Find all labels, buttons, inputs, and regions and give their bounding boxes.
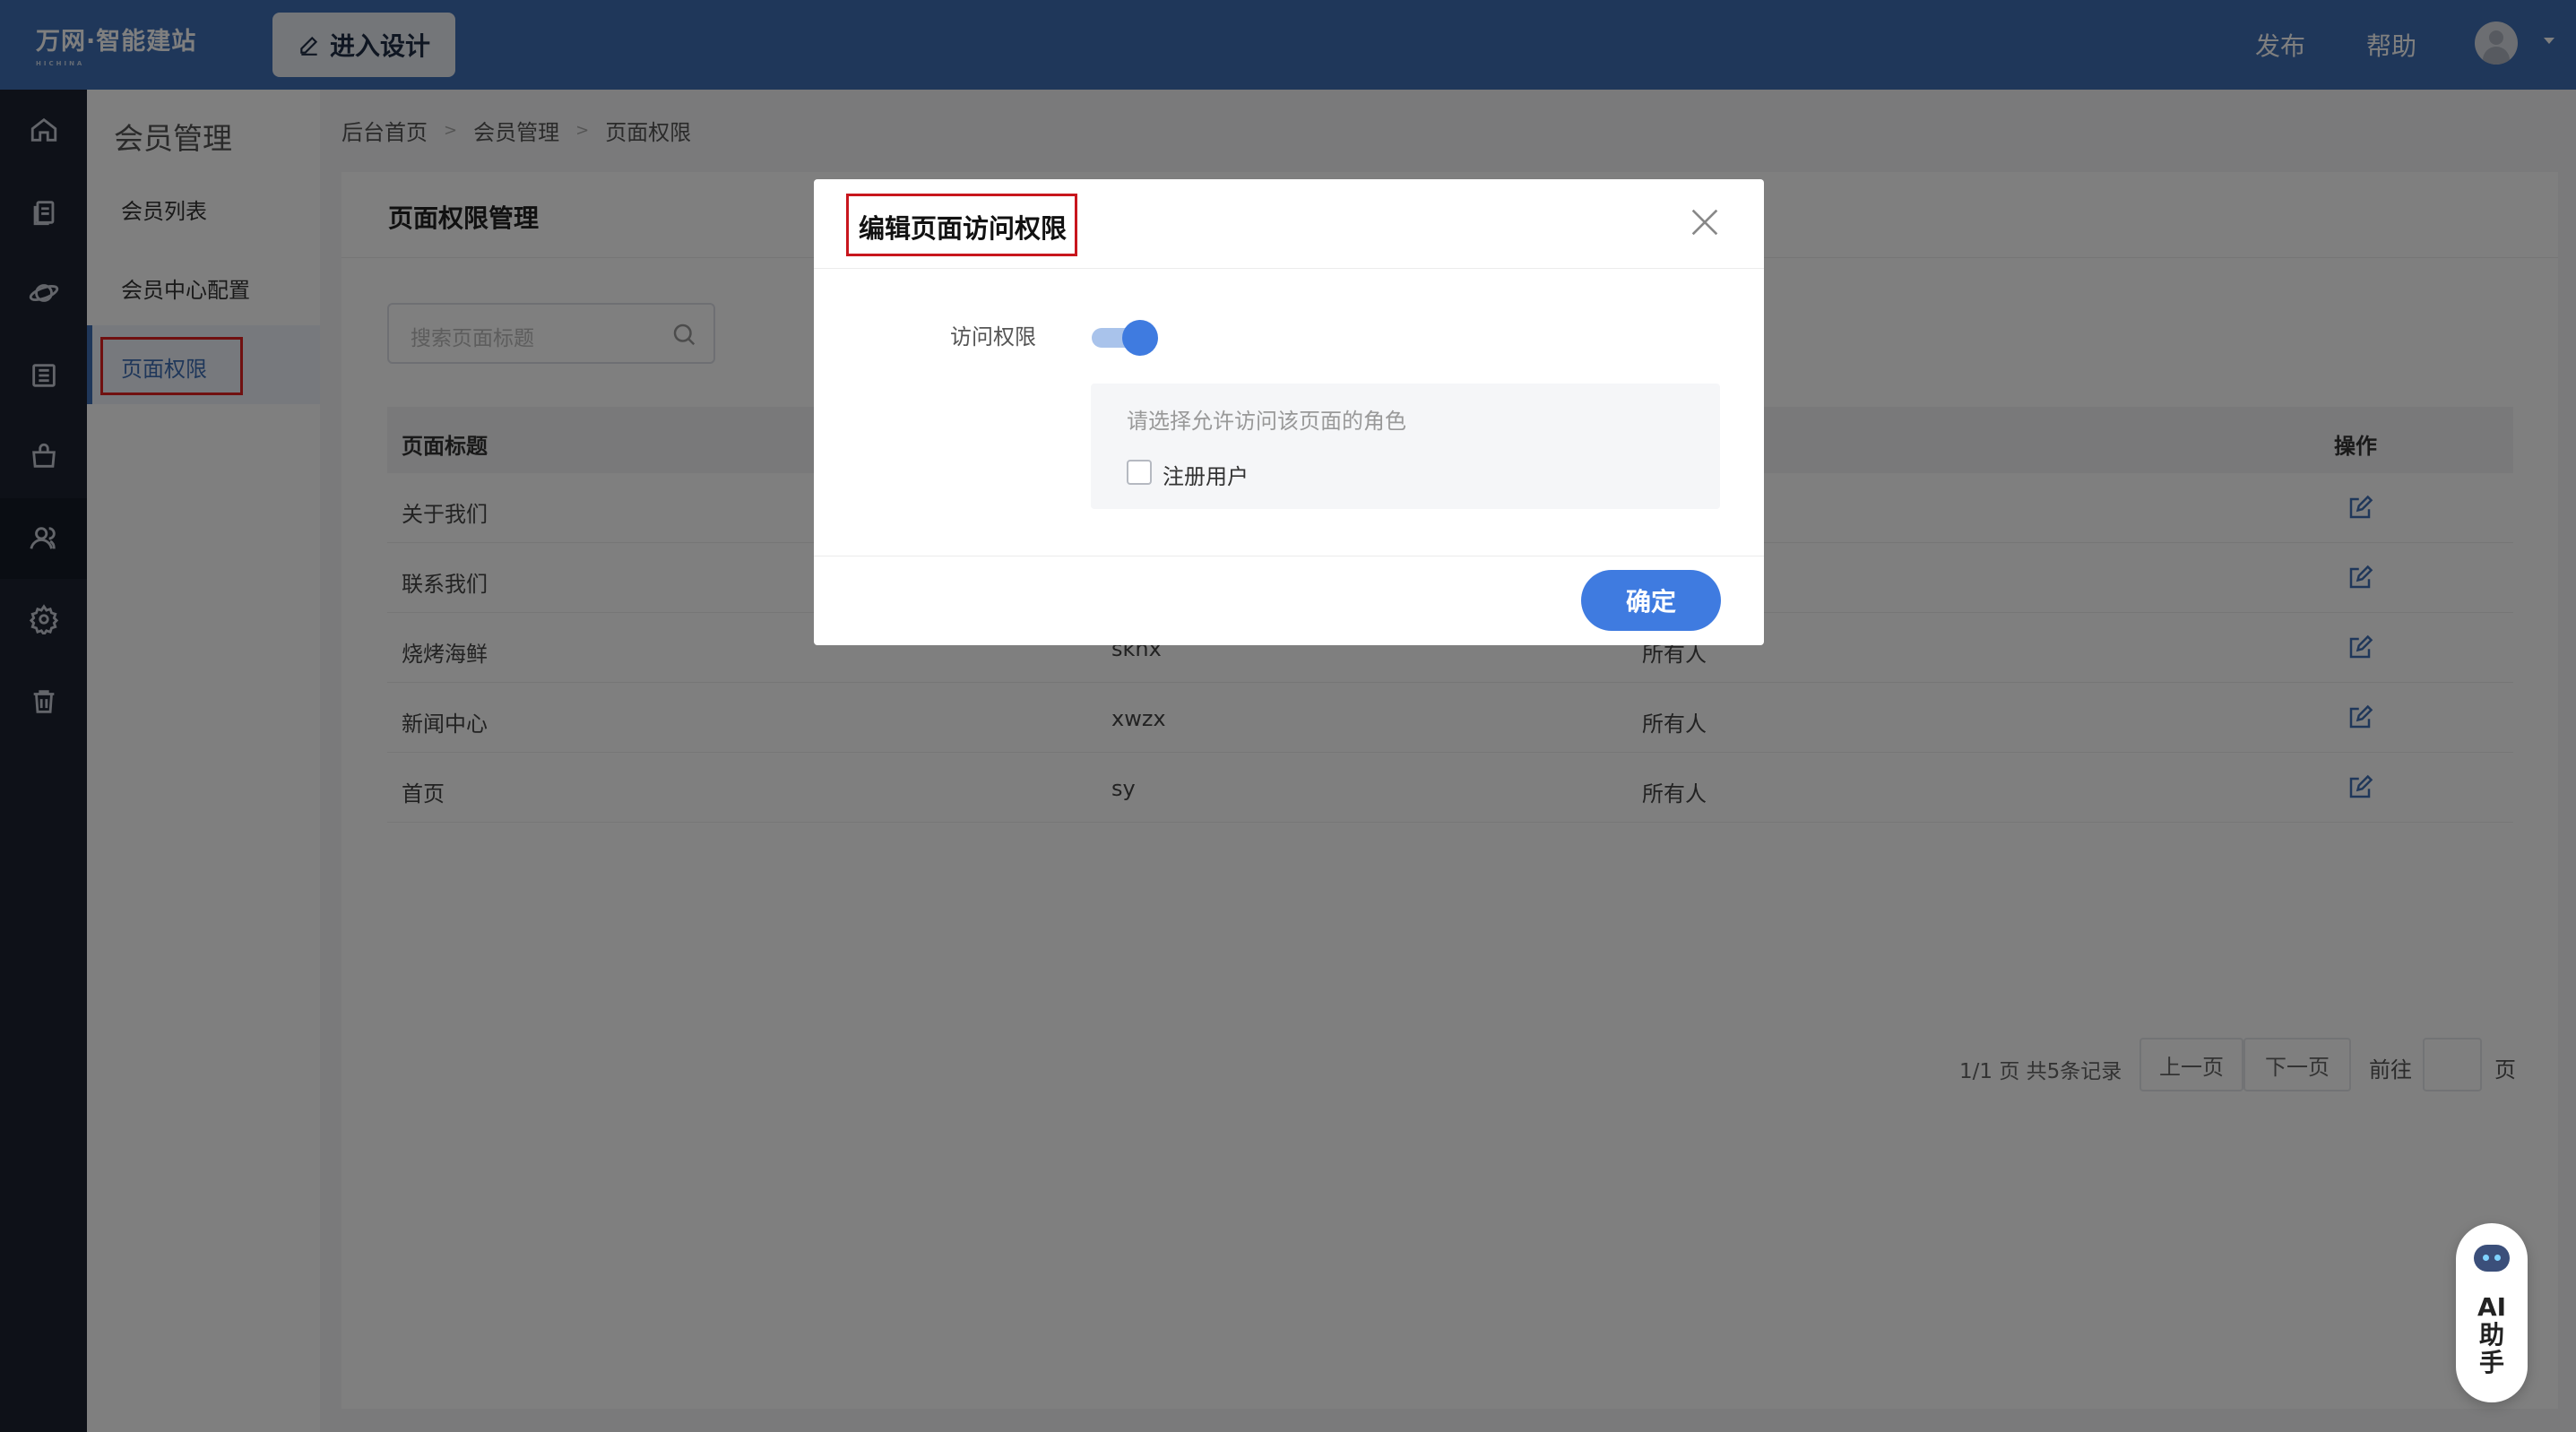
toggle-knob — [1122, 320, 1158, 356]
role-selection-box: 请选择允许访问该页面的角色 注册用户 — [1091, 384, 1720, 509]
edit-permission-dialog: 编辑页面访问权限 访问权限 请选择允许访问该页面的角色 注册用户 确定 — [814, 179, 1764, 645]
close-icon[interactable] — [1687, 204, 1723, 240]
access-permission-toggle[interactable] — [1092, 320, 1158, 354]
confirm-button[interactable]: 确定 — [1581, 570, 1721, 631]
access-permission-label: 访问权限 — [950, 319, 1036, 350]
title-highlight-box — [846, 194, 1077, 256]
app-root: 万网·智能建站 HICHINA 进入设计 发布 帮助 — [0, 0, 2576, 1432]
ai-label-line: 手 — [2479, 1348, 2504, 1377]
dialog-header: 编辑页面访问权限 — [814, 179, 1764, 269]
ai-label-line: AI — [2477, 1292, 2506, 1322]
ai-assistant-label: AI 助 手 — [2456, 1293, 2528, 1376]
role-hint: 请选择允许访问该页面的角色 — [1127, 403, 1406, 435]
registered-user-label[interactable]: 注册用户 — [1163, 459, 1249, 490]
registered-user-checkbox[interactable] — [1127, 460, 1152, 485]
ai-assistant-button[interactable]: AI 助 手 — [2456, 1223, 2528, 1402]
ai-label-line: 助 — [2479, 1320, 2504, 1350]
robot-icon — [2474, 1245, 2510, 1272]
